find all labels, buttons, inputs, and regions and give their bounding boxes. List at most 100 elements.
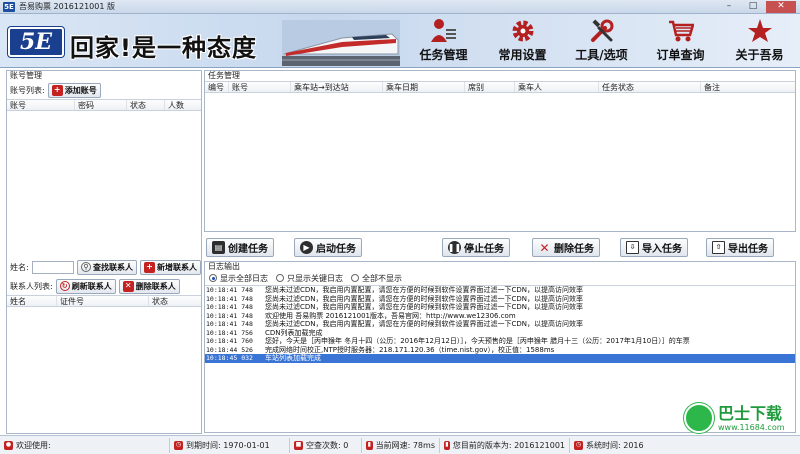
col-task-account[interactable]: 账号 bbox=[229, 82, 291, 92]
col-name[interactable]: 姓名 bbox=[7, 296, 57, 306]
status-systime: ◷ 系统时间: 2016 bbox=[570, 438, 650, 453]
watermark-text: 巴士下载 www.11684.com bbox=[718, 403, 785, 432]
watermark: 巴士下载 www.11684.com bbox=[684, 402, 798, 434]
col-id-number[interactable]: 证件号 bbox=[57, 296, 149, 306]
col-task-status[interactable]: 任务状态 bbox=[599, 82, 701, 92]
contact-table-header: 姓名 证件号 状态 bbox=[7, 295, 201, 307]
status-welcome: ● 欢迎使用: bbox=[0, 437, 170, 453]
version-icon: ▮ bbox=[444, 440, 450, 450]
account-table-body[interactable] bbox=[7, 111, 201, 251]
log-message: 您尚未过滤CDN，我启用内置配置，请您在方便的时候到软件设置界面过滤一下CDN，… bbox=[265, 320, 584, 328]
log-line-selected[interactable]: 10:18:45 032 车站列表加载完成 bbox=[205, 354, 795, 363]
train-image bbox=[282, 20, 400, 66]
task-management-tool[interactable]: 任务管理 bbox=[404, 14, 483, 67]
col-date[interactable]: 乘车日期 bbox=[383, 82, 465, 92]
radio-key-logs[interactable]: 只显示关键日志 bbox=[276, 273, 343, 284]
start-task-button[interactable]: ▶ 启动任务 bbox=[294, 238, 362, 257]
about-tool[interactable]: 关于吾易 bbox=[720, 14, 799, 67]
cart-icon bbox=[668, 20, 694, 42]
order-query-tool[interactable]: 订单查询 bbox=[641, 14, 720, 67]
col-count[interactable]: 人数 bbox=[165, 100, 201, 110]
new-contact-button[interactable]: + 新增联系人 bbox=[140, 259, 201, 275]
delete-x-icon: ✕ bbox=[539, 240, 550, 255]
contact-table-body[interactable] bbox=[7, 307, 201, 433]
col-account[interactable]: 账号 bbox=[7, 100, 75, 110]
log-line[interactable]: 10:18:41 748 欢迎使用 吾易购票 2016121001版本，吾易官网：… bbox=[205, 312, 795, 321]
app-icon: 5E bbox=[3, 1, 15, 12]
radio-dot bbox=[276, 274, 284, 282]
log-time: 10:18:45 032 bbox=[206, 354, 253, 362]
delete-contact-button[interactable]: ✕ 删除联系人 bbox=[118, 278, 180, 294]
tool-label: 任务管理 bbox=[419, 48, 468, 62]
delete-task-button[interactable]: ✕ 删除任务 bbox=[532, 238, 600, 257]
maximize-button[interactable]: □ bbox=[742, 1, 764, 13]
account-table-header: 账号 密码 状态 人数 bbox=[7, 99, 201, 111]
import-task-button[interactable]: ⇩ 导入任务 bbox=[620, 238, 688, 257]
star-icon bbox=[747, 19, 772, 42]
col-password[interactable]: 密码 bbox=[75, 100, 127, 110]
col-status[interactable]: 状态 bbox=[127, 100, 165, 110]
gear-icon bbox=[512, 20, 533, 42]
col-contact-status[interactable]: 状态 bbox=[149, 296, 201, 306]
systime-text: 系统时间: 2016 bbox=[586, 440, 644, 450]
contact-toolbar: 联系人列表: ↻ 刷新联系人 ✕ 删除联系人 bbox=[7, 277, 201, 295]
log-time: 10:18:41 748 bbox=[206, 294, 253, 303]
close-button[interactable]: ✕ bbox=[766, 1, 796, 13]
find-contact-button[interactable]: ⚲ 查找联系人 bbox=[77, 259, 137, 275]
status-bar: ● 欢迎使用: ◷ 到期时间: 1970-01-01 ■ 空查次数: 0 ▮ 当… bbox=[0, 435, 800, 454]
radio-all-label: 显示全部日志 bbox=[220, 273, 268, 283]
log-line[interactable]: 10:18:41 748 您尚未过滤CDN，我启用内置配置，请您在方便的时候到软件… bbox=[205, 320, 795, 329]
window-controls: – □ ✕ bbox=[718, 1, 796, 13]
task-actions: ▤ 创建任务 ▶ 启动任务 ❚❚ 停止任务 ✕ 删除任务 ⇩ 导入任务 ⇧ 导出… bbox=[204, 238, 796, 258]
log-line[interactable]: 10:18:41 760 您好，今天是［丙申猴年 冬月十四（公历：2016年12月… bbox=[205, 337, 795, 346]
refresh-contact-label: 刷新联系人 bbox=[71, 281, 112, 291]
expire-text: 到期时间: 1970-01-01 bbox=[186, 440, 270, 450]
radio-all-logs[interactable]: 显示全部日志 bbox=[209, 273, 268, 284]
col-seat[interactable]: 席别 bbox=[465, 82, 515, 92]
network-icon: ▮ bbox=[366, 440, 373, 450]
minimize-button[interactable]: – bbox=[718, 1, 740, 13]
task-table-body[interactable] bbox=[205, 93, 795, 231]
pause-icon: ❚❚ bbox=[448, 241, 461, 254]
add-account-button[interactable]: + 添加账号 bbox=[47, 82, 101, 98]
add-account-label: 添加账号 bbox=[64, 85, 97, 95]
export-task-label: 导出任务 bbox=[728, 244, 768, 255]
log-line[interactable]: 10:18:41 748 您尚未过滤CDN，我启用内置配置，请您在方便的时候到软件… bbox=[205, 295, 795, 304]
version-text: 您目前的版本为: 2016121001 bbox=[452, 440, 565, 450]
delete-icon: ✕ bbox=[122, 280, 134, 292]
col-route[interactable]: 乘车站→到达站 bbox=[291, 82, 383, 92]
radio-no-logs[interactable]: 全部不显示 bbox=[351, 273, 402, 284]
log-line[interactable]: 10:18:41 748 您尚未过滤CDN，我启用内置配置，请您在方便的时候到软件… bbox=[205, 286, 795, 295]
account-toolbar: 账号列表: + 添加账号 bbox=[7, 81, 201, 99]
stop-task-button[interactable]: ❚❚ 停止任务 bbox=[442, 238, 510, 257]
export-task-button[interactable]: ⇧ 导出任务 bbox=[706, 238, 774, 257]
person-list-icon bbox=[430, 19, 456, 42]
export-icon: ⇧ bbox=[712, 241, 725, 254]
tool-label: 工具/选项 bbox=[575, 48, 628, 62]
radio-none-label: 全部不显示 bbox=[362, 273, 402, 283]
task-panel: 任务管理 编号 账号 乘车站→到达站 乘车日期 席别 乘车人 任务状态 备注 bbox=[204, 70, 796, 232]
log-line[interactable]: 10:18:41 748 您尚未过滤CDN，我启用内置配置，请您在方便的时候到软件… bbox=[205, 303, 795, 312]
log-time: 10:18:41 756 bbox=[206, 328, 253, 337]
refresh-contact-button[interactable]: ↻ 刷新联系人 bbox=[55, 278, 116, 294]
log-line[interactable]: 10:18:41 756 CDN列表加载完成 bbox=[205, 329, 795, 338]
import-icon: ⇩ bbox=[626, 241, 639, 254]
contact-search-row: 姓名: ⚲ 查找联系人 + 新增联系人 bbox=[7, 257, 201, 277]
col-passenger[interactable]: 乘车人 bbox=[515, 82, 599, 92]
status-version: ▮ 您目前的版本为: 2016121001 bbox=[440, 437, 570, 453]
log-message: CDN列表加载完成 bbox=[265, 328, 323, 337]
name-input[interactable] bbox=[31, 260, 74, 274]
log-message: 您尚未过滤CDN，我启用内置配置，请您在方便的时候到软件设置界面过滤一下CDN，… bbox=[265, 286, 584, 294]
tool-label: 关于吾易 bbox=[735, 48, 784, 62]
create-task-button[interactable]: ▤ 创建任务 bbox=[206, 238, 274, 257]
counter-icon: ■ bbox=[294, 440, 303, 450]
log-line[interactable]: 10:18:44 526 完成网络时间校正,NTP授时服务器：218.171.12… bbox=[205, 346, 795, 355]
common-settings-tool[interactable]: 常用设置 bbox=[483, 14, 562, 67]
slogan: 回家!是一种态度 bbox=[70, 34, 257, 62]
tools-options-tool[interactable]: 工具/选项 bbox=[562, 14, 641, 67]
col-remark[interactable]: 备注 bbox=[701, 82, 795, 92]
col-task-id[interactable]: 编号 bbox=[205, 82, 229, 92]
log-time: 10:18:44 526 bbox=[206, 345, 253, 354]
watermark-title: 巴士下载 bbox=[718, 403, 783, 423]
speed-text: 当前网速: 78ms bbox=[375, 440, 435, 450]
